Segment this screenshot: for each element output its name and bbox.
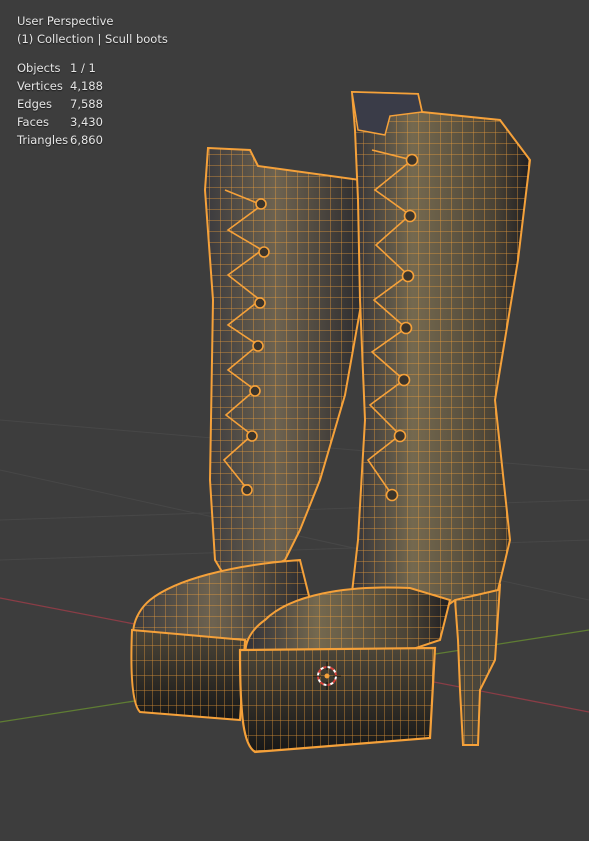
stat-value: 4,188 [70, 79, 103, 93]
viewport-text-overlay: User Perspective (1) Collection | Scull … [17, 12, 168, 149]
stat-triangles: Triangles 6,860 [17, 131, 168, 149]
stat-label: Vertices [17, 79, 63, 93]
stat-label: Edges [17, 97, 52, 111]
stat-value: 7,588 [70, 97, 103, 111]
stat-value: 6,860 [70, 133, 103, 147]
stat-label: Triangles [17, 133, 69, 147]
view-name: User Perspective [17, 14, 114, 28]
collection-label: (1) Collection | Scull boots [17, 32, 168, 46]
stat-vertices: Vertices 4,188 [17, 77, 168, 95]
scene-statistics: Objects 1 / 1 Vertices 4,188 Edges 7,588… [17, 59, 168, 149]
stat-value: 1 / 1 [70, 61, 96, 75]
stat-faces: Faces 3,430 [17, 113, 168, 131]
stat-objects: Objects 1 / 1 [17, 59, 168, 77]
stat-edges: Edges 7,588 [17, 95, 168, 113]
stat-value: 3,430 [70, 115, 103, 129]
stat-label: Faces [17, 115, 49, 129]
stat-label: Objects [17, 61, 61, 75]
